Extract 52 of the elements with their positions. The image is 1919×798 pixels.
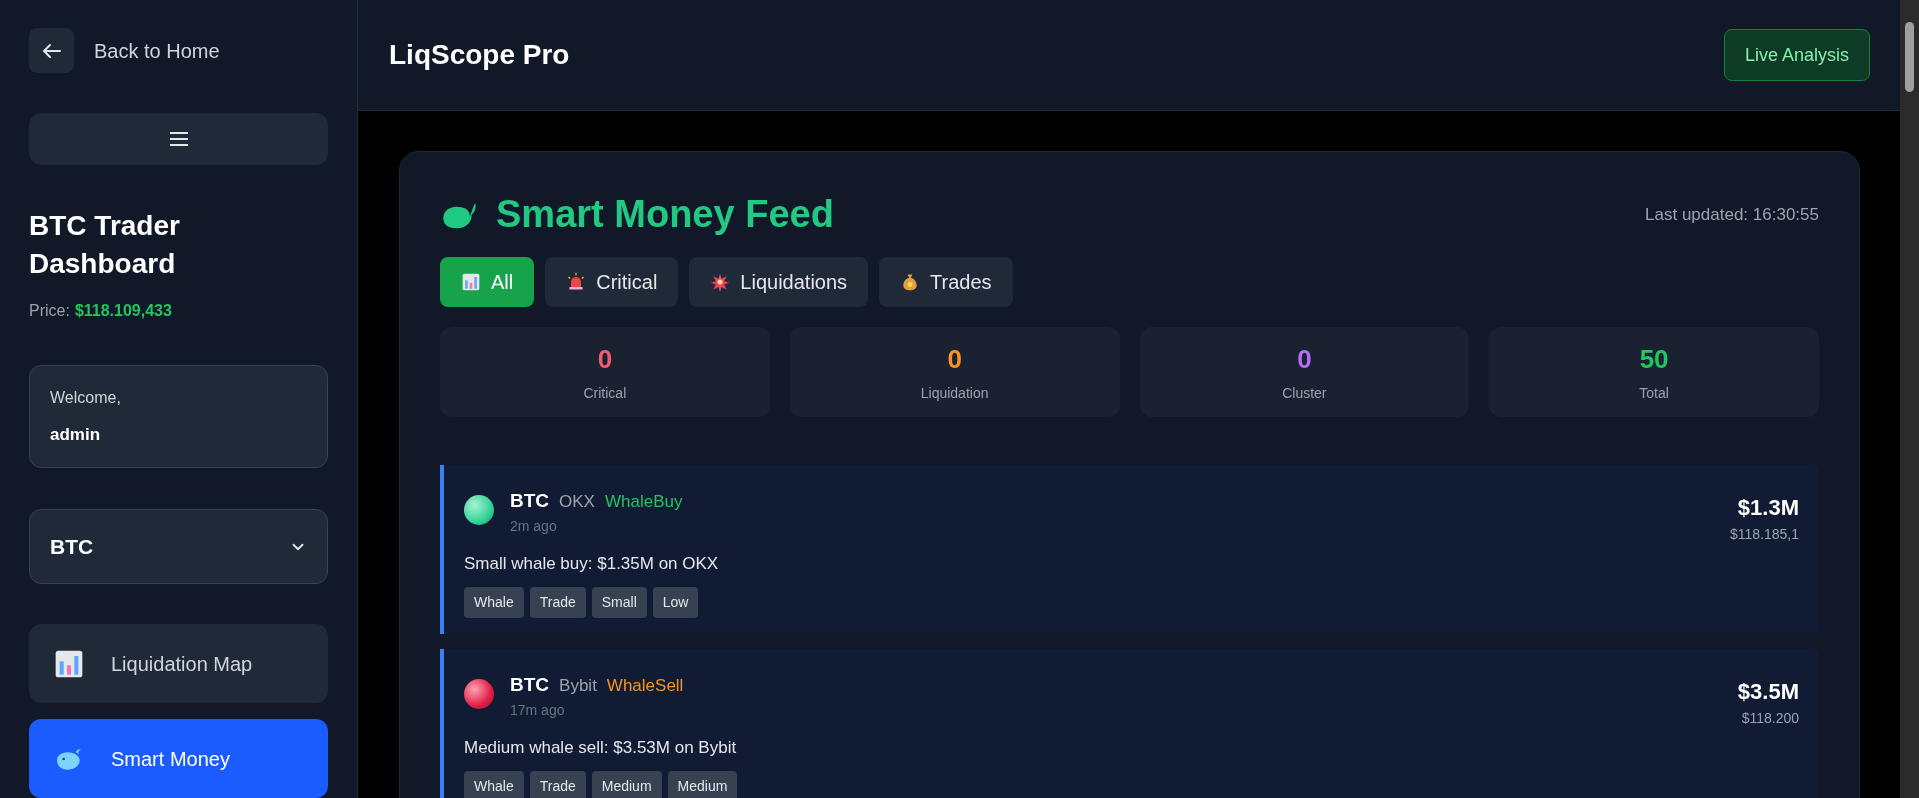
last-updated: Last updated: 16:30:55 xyxy=(1645,203,1819,226)
symbol: BTC xyxy=(510,673,550,697)
price-value: $118.109,433 xyxy=(74,301,172,322)
exchange: Bybit xyxy=(559,675,597,697)
feed-title: Smart Money Feed xyxy=(496,192,834,237)
stat-value: 0 xyxy=(947,343,962,376)
stat-label: Total xyxy=(1639,384,1669,403)
burst-icon xyxy=(710,272,731,292)
trade-type: WhaleBuy xyxy=(604,491,683,513)
stat-value: 0 xyxy=(597,343,613,376)
filter-tab[interactable]: Critical xyxy=(545,257,679,307)
asset-select[interactable]: BTC xyxy=(29,509,328,584)
stat-label: Cluster xyxy=(1282,384,1327,403)
welcome-text: Welcome, xyxy=(50,388,122,409)
filter-tab[interactable]: Liquidations xyxy=(689,257,869,307)
price-label: Price: xyxy=(29,301,70,322)
item-description: Small whale buy: $1.35M on OKX xyxy=(464,552,719,575)
stat-value: 50 xyxy=(1639,343,1669,376)
filter-tab[interactable]: Trades xyxy=(879,257,1013,307)
exchange: OKX xyxy=(559,491,595,513)
trade-price: $118.200 xyxy=(1741,709,1799,728)
tag: Trade xyxy=(529,771,586,798)
back-button[interactable] xyxy=(29,28,74,73)
stat-value: 0 xyxy=(1297,343,1312,376)
tag: Trade xyxy=(529,587,586,618)
trade-amount: $3.5M xyxy=(1737,678,1799,706)
tag: Whale xyxy=(464,771,524,798)
time-ago: 2m ago xyxy=(510,516,558,536)
scrollbar[interactable] xyxy=(1900,0,1919,798)
trade-price: $118.185,1 xyxy=(1729,525,1799,544)
stat-label: Liquidation xyxy=(920,384,989,403)
tag: Small xyxy=(591,587,647,618)
bar-chart-icon xyxy=(461,272,481,292)
live-analysis-button[interactable]: Live Analysis xyxy=(1723,29,1870,81)
tag: Medium xyxy=(591,771,662,798)
tag: Low xyxy=(652,587,699,618)
siren-icon xyxy=(566,272,587,292)
item-description: Medium whale sell: $3.53M on Bybit xyxy=(464,736,738,759)
nav-item[interactable]: Smart Money xyxy=(29,719,328,798)
tag: Medium xyxy=(667,771,738,798)
trade-amount: $1.3M xyxy=(1737,494,1799,522)
back-link[interactable]: Back to Home xyxy=(94,35,220,66)
time-ago: 17m ago xyxy=(510,700,566,720)
dashboard-title: BTC Trader Dashboard xyxy=(29,209,181,282)
app-title: LiqScope Pro xyxy=(389,38,570,72)
stat-label: Critical xyxy=(583,384,627,403)
tag: Whale xyxy=(464,587,524,618)
trade-type: WhaleSell xyxy=(606,675,684,697)
nav-item[interactable]: Liquidation Map xyxy=(29,624,328,703)
username: admin xyxy=(50,424,102,447)
menu-icon xyxy=(168,131,189,148)
symbol: BTC xyxy=(510,489,550,513)
